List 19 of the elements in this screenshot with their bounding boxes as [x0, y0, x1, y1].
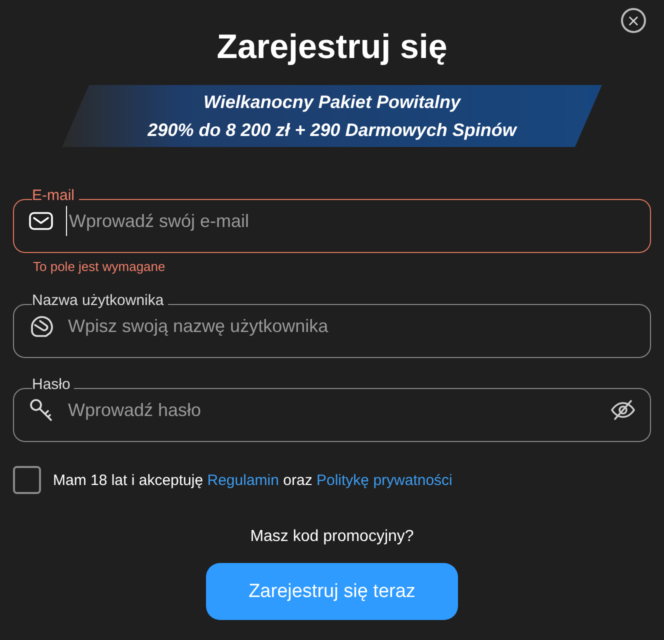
error-message: To pole jest wymagane [33, 259, 166, 274]
helmet-icon [28, 313, 54, 339]
promo-code-link[interactable]: Masz kod promocyjny? [250, 528, 414, 546]
consent-text: Mam 18 lat i akceptuję Regulamin oraz Politykę prywatności [53, 472, 452, 488]
text-field[interactable]: Hasło Wprowadź hasło [13, 380, 651, 442]
input-field[interactable]: Wprowadź swój e-mail [66, 206, 636, 236]
input-field[interactable]: Wprowadź hasło [66, 395, 598, 425]
checkbox[interactable] [13, 466, 41, 494]
eye-slash-icon[interactable] [610, 397, 636, 423]
close-button[interactable]: × [621, 8, 646, 33]
key-icon [28, 397, 54, 423]
text-field[interactable]: Nazwa użytkownika Wpisz swoją nazwę użytkownika [13, 296, 651, 358]
input-field[interactable]: Wpisz swoją nazwę użytkownika [66, 311, 636, 341]
banner-title: Wielkanocny Pakiet Powitalny [204, 91, 460, 114]
dialog-title: Zarejestruj się [216, 28, 448, 67]
privacy-link[interactable]: Politykę prywatności [316, 472, 452, 488]
text-field[interactable]: E-mail Wprowadź swój e-mail [13, 191, 651, 253]
banner-offer: 290% do 8 200 zł + 290 Darmowych Spinów [148, 119, 516, 142]
terms-link[interactable]: Regulamin [207, 472, 279, 488]
